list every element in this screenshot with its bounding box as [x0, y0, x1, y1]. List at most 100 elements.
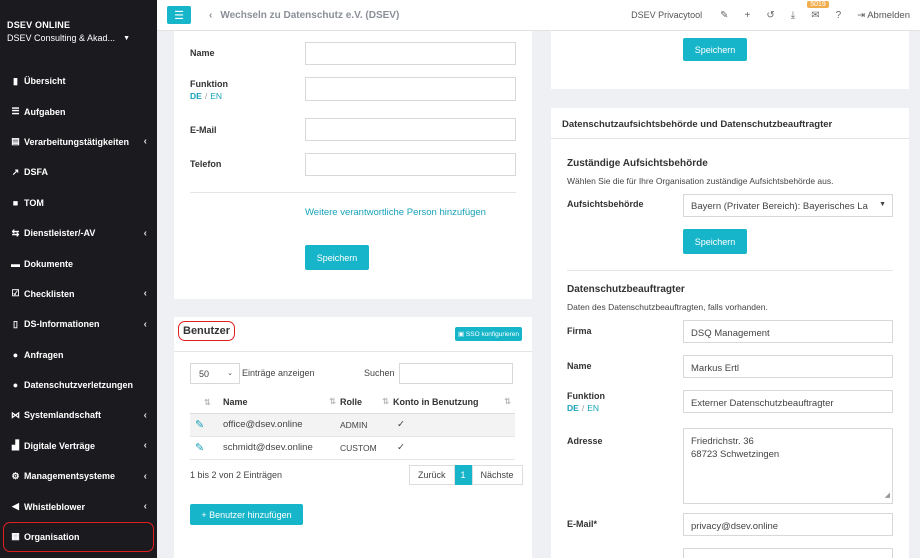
sidebar-item-label: Managementsysteme [24, 471, 116, 482]
dpo-email-label: E-Mail* [567, 519, 598, 529]
table-row: ✎ office@dsev.online ADMIN ✓ [190, 413, 515, 437]
save-authority-button[interactable]: Speichern [683, 229, 747, 254]
column-name[interactable]: Name ⇅ [223, 391, 340, 414]
sidebar-item-label: Aufgaben [24, 106, 66, 117]
users-card: Benutzer ▣ SSO konfigurieren 50 ⌄ Einträ… [174, 317, 532, 558]
language-switch: DE / EN [190, 91, 222, 101]
sidebar-item-label: TOM [24, 197, 44, 208]
help-icon[interactable]: ? [836, 10, 842, 21]
next-page-button[interactable]: Nächste [471, 465, 523, 485]
logout-icon: ⇥ [857, 9, 868, 21]
dpo-subtitle: Daten des Datenschutzbeauftragten, falls… [567, 302, 768, 312]
email-input[interactable] [305, 118, 516, 141]
sidebar-item-label: Verarbeitungstätigkeiten [24, 136, 130, 147]
lang-en-link[interactable]: EN [587, 403, 599, 413]
lang-en-link[interactable]: EN [210, 91, 222, 101]
plus-icon[interactable]: + [745, 10, 751, 21]
account-active-check-icon: ✓ [393, 436, 515, 460]
sidebar-item-dokumente[interactable]: ▬ Dokumente [0, 248, 157, 278]
chevron-left-icon: ‹ [143, 409, 147, 421]
sso-configure-button[interactable]: ▣ SSO konfigurieren [455, 327, 522, 341]
column-account-active[interactable]: Konto in Benutzung ⇅ [393, 391, 515, 414]
sidebar-item-digitale-verträge[interactable]: ▟ Digitale Verträge ‹ [0, 431, 157, 461]
sidebar-item-label: DS-Informationen [24, 319, 100, 330]
dpo-phone-input[interactable] [683, 548, 893, 558]
sidebar-item-dienstleister-av[interactable]: ⇆ Dienstleister/-AV ‹ [0, 218, 157, 248]
account-active-check-icon: ✓ [393, 413, 515, 437]
sidebar-item-whistleblower[interactable]: ◀ Whistleblower ‹ [0, 491, 157, 521]
switch-org-link[interactable]: ‹ Wechseln zu Datenschutz e.V. (DSEV) [209, 10, 399, 21]
mail-icon[interactable]: ✉ 5019 [807, 0, 829, 21]
user-role: CUSTOM [340, 436, 393, 460]
sidebar-item-tom[interactable]: ■ TOM [0, 188, 157, 218]
sidebar-item-label: Organisation [24, 531, 80, 542]
menu-toggle-button[interactable]: ☰ [167, 6, 191, 24]
tool-name: DSEV Privacytool [631, 10, 703, 20]
function-input[interactable] [305, 77, 516, 101]
chevron-left-icon: ‹ [143, 288, 147, 300]
firma-label: Firma [567, 326, 592, 336]
brand-title: DSEV ONLINE [7, 20, 71, 30]
sidebar-item-label: Whistleblower [24, 501, 86, 512]
phone-input[interactable] [305, 153, 516, 176]
dpo-email-input[interactable]: privacy@dsev.online [683, 513, 893, 536]
cogs-icon: ⚙ [11, 470, 20, 481]
sort-icon: ⇅ [382, 396, 389, 406]
sidebar-item-anfragen[interactable]: ● Anfragen [0, 340, 157, 370]
sidebar-item-systemlandschaft[interactable]: ⋈ Systemlandschaft ‹ [0, 400, 157, 430]
sidebar-item-managementsysteme[interactable]: ⚙ Managementsysteme ‹ [0, 461, 157, 491]
column-role[interactable]: Rolle ⇅ [340, 391, 393, 414]
download-icon[interactable]: ⤓ [791, 10, 795, 21]
sidebar-item-ds-informationen[interactable]: ▯ DS-Informationen ‹ [0, 309, 157, 339]
chevron-left-icon: ‹ [143, 501, 147, 513]
authority-subtitle: Wählen Sie die für Ihre Organisation zus… [567, 176, 834, 186]
edit-user-icon[interactable]: ✎ [195, 419, 204, 431]
building-icon: ▦ [11, 531, 20, 542]
lang-de-link[interactable]: DE [190, 91, 202, 101]
checklist-icon: ☑ [11, 288, 20, 299]
sidebar-item-übersicht[interactable]: ▮ Übersicht [0, 66, 157, 96]
right-top-card: Speichern [551, 31, 909, 89]
sidebar: DSEV ONLINE DSEV Consulting & Akad... ▼ … [0, 0, 157, 558]
logout-button[interactable]: ⇥ Abmelden [857, 10, 910, 21]
org-switcher[interactable]: DSEV Consulting & Akad... ▼ [7, 33, 157, 43]
table-row: ✎ schmidt@dsev.online CUSTOM ✓ [190, 436, 515, 460]
sort-icon[interactable]: ⇅ [204, 398, 211, 407]
search-input[interactable] [399, 363, 513, 384]
lang-de-link[interactable]: DE [567, 403, 579, 413]
edit-icon[interactable]: ✎ [720, 10, 728, 21]
phone-label: Telefon [190, 159, 222, 169]
address-textarea[interactable]: Friedrichstr. 36 68723 Schwetzingen ◢ [683, 428, 893, 504]
sidebar-item-aufgaben[interactable]: ☰ Aufgaben [0, 96, 157, 126]
authority-select[interactable]: Bayern (Privater Bereich): Bayerisches L… [683, 194, 893, 217]
firma-input[interactable]: DSQ Management [683, 320, 893, 343]
caret-down-icon: ▼ [123, 34, 130, 42]
add-person-link[interactable]: Weitere verantwortliche Person hinzufüge… [305, 207, 486, 218]
dpo-name-input[interactable]: Markus Ertl [683, 355, 893, 378]
sidebar-item-datenschutzverletzungen[interactable]: ● Datenschutzverletzungen [0, 370, 157, 400]
prev-page-button[interactable]: Zurück [409, 465, 455, 485]
function-label: Funktion [190, 79, 228, 89]
sidebar-item-dsfa[interactable]: ↗ DSFA [0, 157, 157, 187]
dpo-function-input[interactable]: Externer Datenschutzbeauftragter [683, 390, 893, 413]
sidebar-item-label: Dienstleister/-AV [24, 228, 96, 239]
history-icon[interactable]: ↺ [766, 10, 774, 21]
sidebar-item-organisation[interactable]: ▦ Organisation [3, 521, 154, 552]
sidebar-item-label: Digitale Verträge [24, 440, 96, 451]
edit-user-icon[interactable]: ✎ [195, 442, 204, 454]
resize-handle-icon[interactable]: ◢ [885, 489, 890, 502]
sidebar-item-verarbeitungstätigkeiten[interactable]: ▤ Verarbeitungstätigkeiten ‹ [0, 127, 157, 157]
sidebar-item-label: Dokumente [24, 258, 74, 269]
page-size-select[interactable]: 50 ⌄ [190, 363, 240, 384]
sidebar-item-checklisten[interactable]: ☑ Checklisten ‹ [0, 279, 157, 309]
page-1-button[interactable]: 1 [454, 465, 472, 485]
document-icon: ▯ [13, 318, 18, 329]
name-input[interactable] [305, 42, 516, 65]
table-info: 1 bis 2 von 2 Einträgen [190, 470, 283, 480]
network-icon: ⋈ [11, 409, 20, 420]
switch-org-label: Wechseln zu Datenschutz e.V. (DSEV) [220, 9, 400, 21]
add-user-button[interactable]: + Benutzer hinzufügen [190, 504, 303, 525]
save-button[interactable]: Speichern [305, 245, 369, 270]
save-button[interactable]: Speichern [683, 38, 747, 61]
chart-icon: ▮ [13, 75, 18, 86]
